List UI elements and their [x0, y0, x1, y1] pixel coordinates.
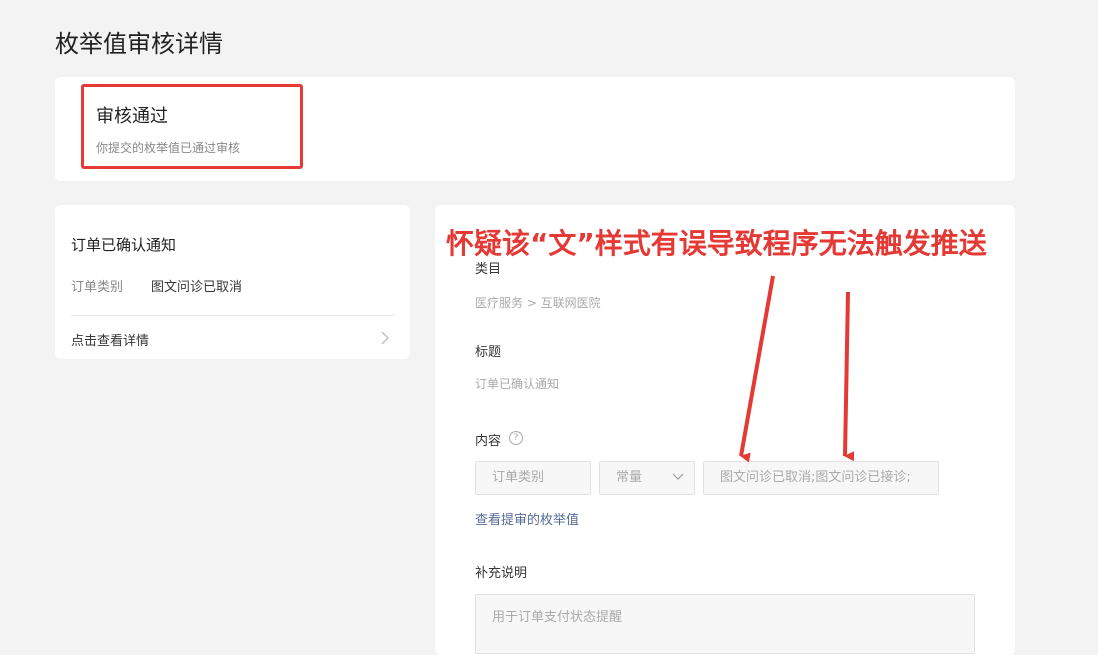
preview-row-value: 图文问诊已取消	[151, 280, 243, 295]
title-value: 订单已确认通知	[475, 377, 560, 391]
note-textarea[interactable]: 用于订单支付状态提醒	[475, 594, 975, 654]
note-label: 补充说明	[475, 566, 528, 581]
status-title: 审核通过	[96, 106, 168, 127]
chevron-right-icon[interactable]	[381, 331, 389, 345]
field-key-input[interactable]: 订单类别	[475, 461, 591, 495]
divider	[71, 315, 395, 316]
title-label: 标题	[475, 345, 502, 360]
view-details-link[interactable]: 点击查看详情	[71, 330, 149, 349]
category-value: 医疗服务 > 互联网医院	[475, 296, 601, 310]
chevron-down-icon[interactable]	[672, 473, 684, 481]
detail-card	[435, 205, 1015, 655]
view-enum-link[interactable]: 查看提审的枚举值	[475, 509, 579, 528]
field-value-input[interactable]: 图文问诊已取消;图文问诊已接诊;	[703, 461, 939, 495]
annotation-text: 怀疑该“文”样式有误导致程序无法触发推送	[446, 227, 987, 260]
content-label: 内容	[475, 434, 502, 449]
status-description: 你提交的枚举值已通过审核	[96, 141, 241, 155]
help-icon[interactable]: ?	[509, 431, 523, 445]
preview-title: 订单已确认通知	[71, 236, 177, 254]
preview-row-key: 订单类别	[71, 280, 124, 295]
page-title: 枚举值审核详情	[55, 30, 223, 58]
